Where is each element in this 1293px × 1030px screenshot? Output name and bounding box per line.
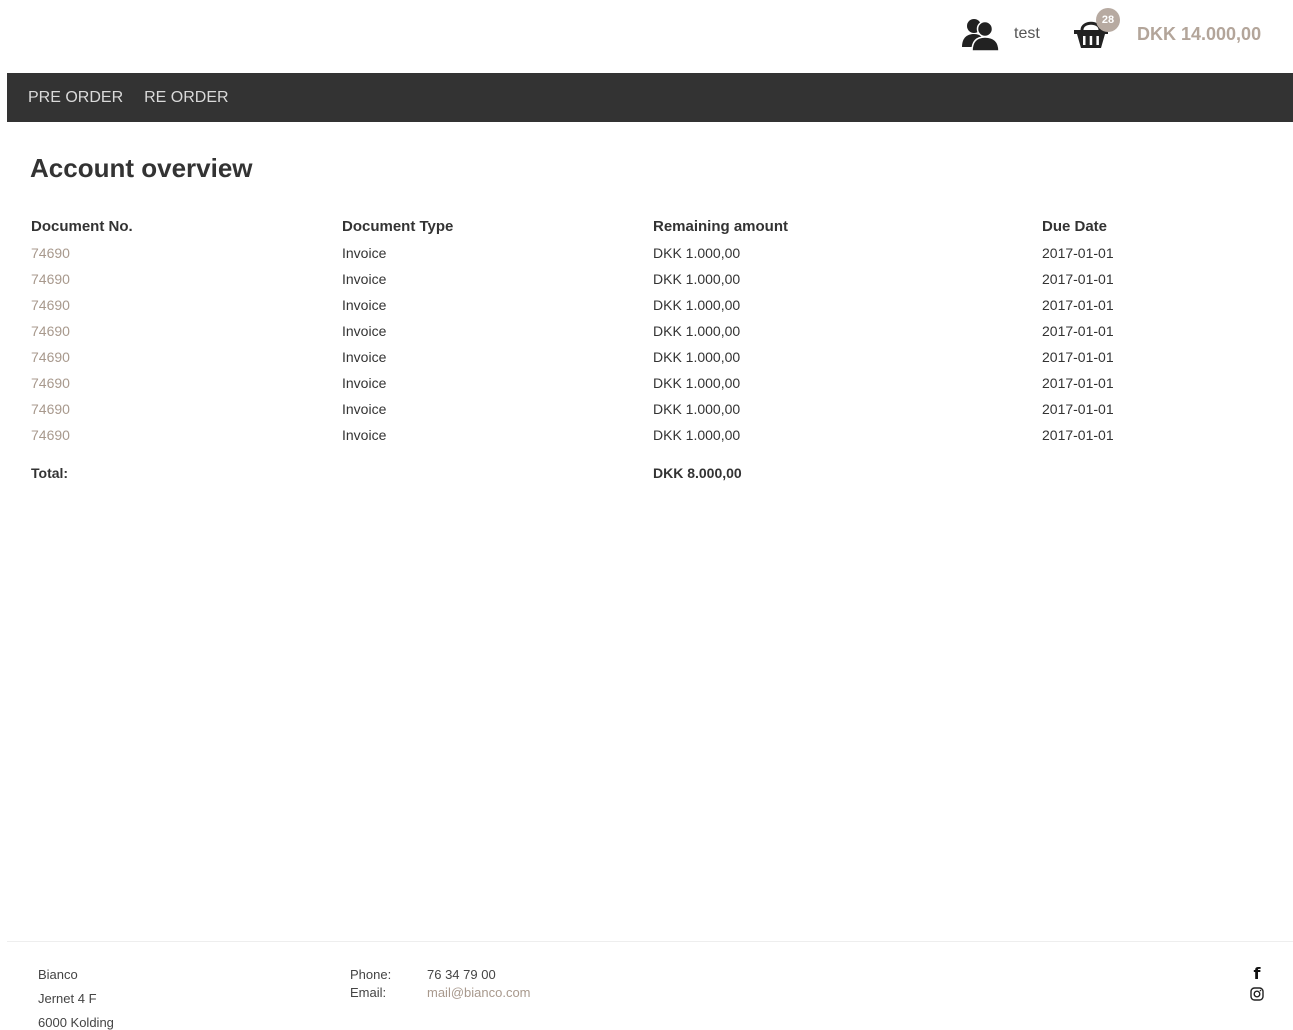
document-type-cell: Invoice [342, 271, 387, 287]
column-header-remaining-amount: Remaining amount [653, 217, 789, 235]
document-number-link[interactable]: 74690 [31, 401, 70, 417]
document-number-link[interactable]: 74690 [31, 245, 70, 261]
remaining-amount-cell: DKK 1.000,00 [653, 375, 741, 391]
table-row: 74690 Invoice DKK 1.000,00 2017-01-01 [31, 318, 1242, 344]
street-address: Jernet 4 F [38, 991, 97, 1006]
document-number-link[interactable]: 74690 [31, 375, 70, 391]
city-address: 6000 Kolding [38, 1015, 114, 1030]
social-links: f [1246, 964, 1268, 1001]
due-date-cell: 2017-01-01 [1042, 297, 1114, 313]
due-date-cell: 2017-01-01 [1042, 271, 1114, 287]
column-header-due-date: Due Date [1042, 217, 1108, 235]
document-number-link[interactable]: 74690 [31, 349, 70, 365]
remaining-amount-cell: DKK 1.000,00 [653, 271, 741, 287]
page: test 28 DKK 14.000,00 PRE ORDER RE ORDER… [0, 0, 1293, 1030]
table-row: 74690 Invoice DKK 1.000,00 2017-01-01 [31, 422, 1242, 448]
document-number-link[interactable]: 74690 [31, 323, 70, 339]
footer-contact: Phone: 76 34 79 00 Email: mail@bianco.co… [350, 966, 531, 1002]
total-label: Total: [31, 465, 69, 481]
remaining-amount-cell: DKK 1.000,00 [653, 297, 741, 313]
phone-row: Phone: 76 34 79 00 [350, 966, 531, 984]
total-empty-cell [342, 448, 653, 494]
top-bar: test 28 DKK 14.000,00 [0, 0, 1293, 73]
remaining-amount-cell: DKK 1.000,00 [653, 323, 741, 339]
phone-label: Phone: [350, 967, 392, 982]
document-type-cell: Invoice [342, 427, 387, 443]
table-row: 74690 Invoice DKK 1.000,00 2017-01-01 [31, 396, 1242, 422]
remaining-amount-cell: DKK 1.000,00 [653, 401, 741, 417]
instagram-icon[interactable] [1250, 987, 1264, 1001]
table-row: 74690 Invoice DKK 1.000,00 2017-01-01 [31, 292, 1242, 318]
user-account-link[interactable]: test [960, 17, 1040, 51]
email-row: Email: mail@bianco.com [350, 984, 531, 1002]
remaining-amount-cell: DKK 1.000,00 [653, 245, 741, 261]
total-amount: DKK 8.000,00 [653, 465, 742, 481]
table-row: 74690 Invoice DKK 1.000,00 2017-01-01 [31, 344, 1242, 370]
document-type-cell: Invoice [342, 349, 387, 365]
nav-item-pre-order[interactable]: PRE ORDER [28, 89, 123, 107]
account-overview-table: Document No. Document Type Remaining amo… [31, 212, 1242, 494]
email-link[interactable]: mail@bianco.com [427, 984, 531, 1002]
main-navigation: PRE ORDER RE ORDER [7, 73, 1293, 122]
column-header-document-type: Document Type [342, 217, 454, 235]
total-row: Total: DKK 8.000,00 [31, 448, 1242, 494]
due-date-cell: 2017-01-01 [1042, 401, 1114, 417]
basket-count-badge: 28 [1096, 8, 1120, 32]
document-type-cell: Invoice [342, 323, 387, 339]
document-type-cell: Invoice [342, 401, 387, 417]
due-date-cell: 2017-01-01 [1042, 427, 1114, 443]
total-empty-cell [1042, 448, 1242, 494]
table-row: 74690 Invoice DKK 1.000,00 2017-01-01 [31, 370, 1242, 396]
facebook-icon[interactable]: f [1246, 964, 1268, 983]
table-row: 74690 Invoice DKK 1.000,00 2017-01-01 [31, 266, 1242, 292]
due-date-cell: 2017-01-01 [1042, 375, 1114, 391]
remaining-amount-cell: DKK 1.000,00 [653, 427, 741, 443]
page-title: Account overview [30, 153, 253, 183]
basket-button[interactable]: 28 [1070, 8, 1126, 54]
document-type-cell: Invoice [342, 375, 387, 391]
document-number-link[interactable]: 74690 [31, 297, 70, 313]
phone-number: 76 34 79 00 [427, 967, 496, 982]
due-date-cell: 2017-01-01 [1042, 323, 1114, 339]
footer-address: Bianco Jernet 4 F 6000 Kolding [38, 963, 114, 1030]
footer-divider [7, 941, 1293, 942]
table-row: 74690 Invoice DKK 1.000,00 2017-01-01 [31, 240, 1242, 266]
column-header-document-no: Document No. [31, 217, 133, 235]
basket-total[interactable]: DKK 14.000,00 [1137, 24, 1261, 45]
document-number-link[interactable]: 74690 [31, 271, 70, 287]
document-type-cell: Invoice [342, 245, 387, 261]
remaining-amount-cell: DKK 1.000,00 [653, 349, 741, 365]
table-header-row: Document No. Document Type Remaining amo… [31, 212, 1242, 240]
document-number-link[interactable]: 74690 [31, 427, 70, 443]
user-name: test [1014, 25, 1040, 42]
company-name: Bianco [38, 967, 78, 982]
nav-item-re-order[interactable]: RE ORDER [144, 89, 228, 107]
email-label: Email: [350, 985, 387, 1000]
document-type-cell: Invoice [342, 297, 387, 313]
user-icon [962, 19, 1000, 51]
due-date-cell: 2017-01-01 [1042, 349, 1114, 365]
due-date-cell: 2017-01-01 [1042, 245, 1114, 261]
